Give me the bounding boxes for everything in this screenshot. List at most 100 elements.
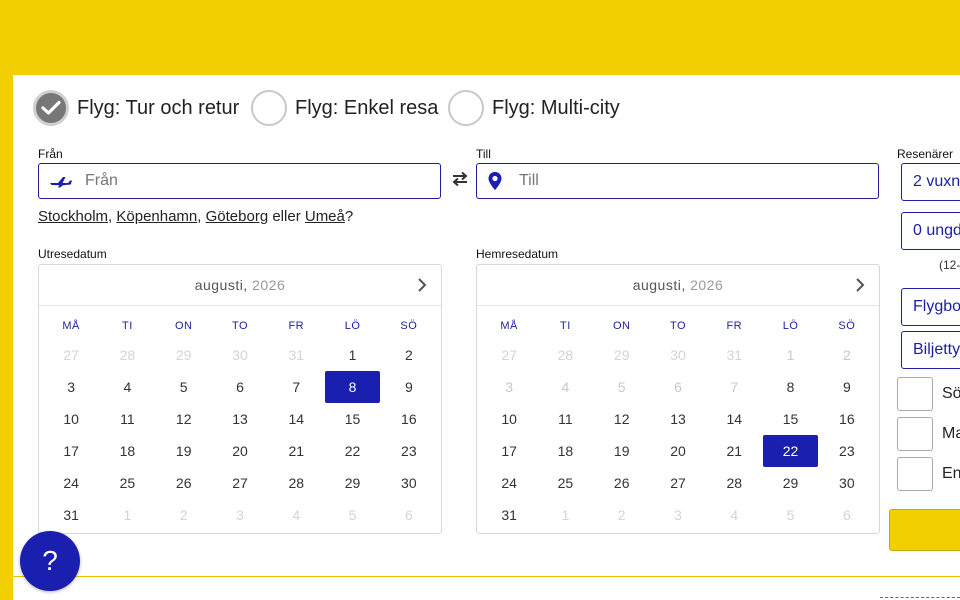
from-input[interactable] <box>83 171 440 191</box>
ticket-type-select[interactable]: Biljetty <box>901 331 960 369</box>
calendar-day[interactable]: 30 <box>382 467 436 499</box>
help-button[interactable]: ? <box>20 531 80 591</box>
calendar-day[interactable]: 15 <box>325 403 379 435</box>
calendar-day[interactable]: 30 <box>820 467 874 499</box>
location-pin-icon <box>487 171 503 191</box>
option-checkbox[interactable] <box>897 377 933 411</box>
option-checkbox[interactable] <box>897 457 933 491</box>
weekday-row: MÅ TI ON TO FR LÖ SÖ <box>481 320 875 332</box>
calendar-day[interactable]: 27 <box>651 467 705 499</box>
calendar-day[interactable]: 3 <box>44 371 98 403</box>
calendar-day[interactable]: 17 <box>44 435 98 467</box>
calendar-day[interactable]: 19 <box>157 435 211 467</box>
calendar-day[interactable]: 31 <box>44 499 98 531</box>
calendar-day[interactable]: 9 <box>820 371 874 403</box>
calendar-day[interactable]: 29 <box>763 467 817 499</box>
calendar-day[interactable]: 13 <box>213 403 267 435</box>
weekday-label: LÖ <box>782 320 799 332</box>
calendar-day[interactable]: 29 <box>325 467 379 499</box>
calendar-day[interactable]: 21 <box>707 435 761 467</box>
calendar-day: 4 <box>292 507 301 523</box>
calendar-day[interactable]: 21 <box>269 435 323 467</box>
calendar-day[interactable]: 25 <box>538 467 592 499</box>
calendar-day[interactable]: 6 <box>213 371 267 403</box>
calendar-day: 31 <box>288 347 305 363</box>
calendar-day: 1 <box>123 507 132 523</box>
calendar-day[interactable]: 10 <box>44 403 98 435</box>
calendar-day[interactable]: 13 <box>651 403 705 435</box>
youth-select[interactable]: 0 ungd <box>901 212 960 250</box>
chevron-right-icon[interactable] <box>853 277 867 293</box>
calendar-day[interactable]: 23 <box>382 435 436 467</box>
calendar-day[interactable]: 27 <box>213 467 267 499</box>
calendar-day[interactable]: 8 <box>763 371 817 403</box>
calendar-day[interactable]: 26 <box>595 467 649 499</box>
calendar-day[interactable]: 11 <box>538 403 592 435</box>
calendar-day[interactable]: 15 <box>763 403 817 435</box>
from-label: Från <box>38 147 63 161</box>
weekday-label: MÅ <box>500 320 518 332</box>
calendar-day[interactable]: 1 <box>325 339 379 371</box>
destination-suggestions: Stockholm, Köpenhamn, Göteborg eller Ume… <box>38 208 354 225</box>
calendar-day[interactable]: 18 <box>538 435 592 467</box>
calendar-day[interactable]: 11 <box>100 403 154 435</box>
calendar-day[interactable]: 9 <box>382 371 436 403</box>
calendar-day[interactable]: 25 <box>100 467 154 499</box>
calendar-day[interactable]: 28 <box>707 467 761 499</box>
trip-type-label: Flyg: Enkel resa <box>295 96 439 119</box>
weekday-label: TO <box>669 320 687 332</box>
weekday-label: FR <box>288 320 305 332</box>
calendar-day[interactable]: 28 <box>269 467 323 499</box>
suggestion-link[interactable]: Stockholm <box>38 208 108 225</box>
calendar-day[interactable]: 18 <box>100 435 154 467</box>
calendar-day[interactable]: 5 <box>157 371 211 403</box>
suggestion-link[interactable]: Göteborg <box>206 208 269 225</box>
calendar-day-selected[interactable]: 22 <box>763 435 818 467</box>
suggestion-link[interactable]: Umeå <box>305 208 345 225</box>
calendar-day[interactable]: 12 <box>595 403 649 435</box>
search-button[interactable] <box>889 509 960 551</box>
calendar-day[interactable]: 16 <box>382 403 436 435</box>
option-checkbox[interactable] <box>897 417 933 451</box>
weekday-label: FR <box>726 320 743 332</box>
calendar-day-selected[interactable]: 8 <box>325 371 380 403</box>
calendar-day[interactable]: 26 <box>157 467 211 499</box>
calendar-day[interactable]: 19 <box>595 435 649 467</box>
weekday-label: ON <box>612 320 631 332</box>
calendar-day[interactable]: 4 <box>100 371 154 403</box>
calendar-day[interactable]: 17 <box>482 435 536 467</box>
calendar-day[interactable]: 12 <box>157 403 211 435</box>
calendar-day[interactable]: 20 <box>651 435 705 467</box>
trip-type-multi-city[interactable]: Flyg: Multi-city <box>448 90 620 126</box>
calendar-day: 6 <box>674 379 682 395</box>
from-field[interactable] <box>38 163 441 199</box>
calendar-day[interactable]: 20 <box>213 435 267 467</box>
chevron-right-icon[interactable] <box>415 277 429 293</box>
trip-type-one-way[interactable]: Flyg: Enkel resa <box>251 90 438 126</box>
calendar-day[interactable]: 24 <box>482 467 536 499</box>
calendar-day[interactable]: 16 <box>820 403 874 435</box>
calendar-day: 27 <box>501 347 517 363</box>
suggestion-link[interactable]: Köpenhamn <box>116 208 197 225</box>
calendar-day[interactable]: 24 <box>44 467 98 499</box>
to-field[interactable] <box>476 163 879 199</box>
calendar-day[interactable]: 31 <box>482 499 536 531</box>
divider-dashed <box>880 597 960 598</box>
calendar-day[interactable]: 22 <box>325 435 379 467</box>
calendar-day[interactable]: 10 <box>482 403 536 435</box>
adults-select[interactable]: 2 vuxna <box>901 163 960 201</box>
swap-button[interactable] <box>449 168 471 190</box>
cabin-class-select[interactable]: Flygbo <box>901 288 960 326</box>
calendar-day[interactable]: 23 <box>820 435 874 467</box>
calendar-day: 1 <box>786 347 795 363</box>
weekday-label: ON <box>174 320 193 332</box>
weekday-label: TI <box>122 320 133 332</box>
to-input[interactable] <box>517 171 878 191</box>
calendar-day[interactable]: 14 <box>269 403 323 435</box>
calendar-day[interactable]: 2 <box>382 339 436 371</box>
trip-type-round-trip[interactable]: Flyg: Tur och retur <box>33 90 239 126</box>
calendar-day[interactable]: 14 <box>707 403 761 435</box>
calendar-day[interactable]: 7 <box>269 371 323 403</box>
calendar-day: 4 <box>730 507 739 523</box>
calendar-day: 3 <box>674 507 682 523</box>
